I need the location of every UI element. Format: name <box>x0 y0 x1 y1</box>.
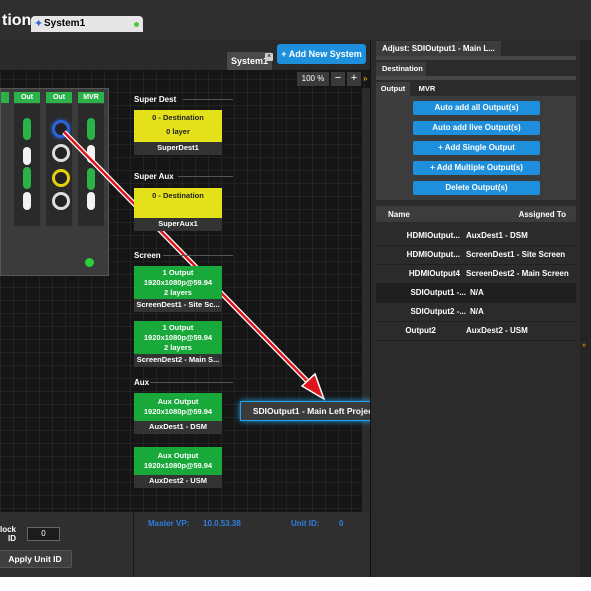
row-name: HDMIOutput4 <box>408 269 460 278</box>
auxdest2-node[interactable]: Aux Output 1920x1080p@59.94 AuxDest2 - U… <box>134 447 222 488</box>
lock-label-line: lock <box>0 525 17 534</box>
table-row[interactable]: HDMIOutput... ScreenDest1 - Site Screen <box>376 245 576 265</box>
add-single-output-button[interactable]: + Add Single Output <box>413 141 540 155</box>
row-name: SDIOutput2 -... <box>410 307 466 316</box>
node-line: 2 layers <box>164 288 192 297</box>
lock-id-input[interactable]: 0 <box>27 527 60 541</box>
node-name: SuperDest1 <box>134 142 222 155</box>
table-row[interactable]: Output2 AuxDest2 - USM <box>376 321 576 341</box>
screendest2-node[interactable]: 1 Output 1920x1080p@59.94 2 layers Scree… <box>134 321 222 367</box>
superdest1-node[interactable]: 0 - Destination 0 layer SuperDest1 <box>134 110 222 155</box>
node-line: 1920x1080p@59.94 <box>143 461 213 470</box>
unit-id-value: 0 <box>339 519 344 528</box>
node-line: 1920x1080p@59.94 <box>143 407 213 416</box>
collapse-strip[interactable]: » <box>580 40 591 577</box>
table-row[interactable]: SDIOutput2 -... N/A <box>376 302 576 322</box>
lock-id-label: lock ID <box>0 525 16 543</box>
auxdest1-node[interactable]: Aux Output 1920x1080p@59.94 AuxDest1 - D… <box>134 393 222 434</box>
node-line: 2 layers <box>164 343 192 352</box>
row-assigned: N/A <box>470 288 484 297</box>
row-assigned: ScreenDest1 - Site Screen <box>466 250 566 259</box>
unit-id-label: Unit ID: <box>291 519 320 528</box>
table-row[interactable]: SDIOutput1 -... N/A <box>376 283 576 303</box>
divider <box>163 255 233 256</box>
node-line: 1920x1080p@59.94 <box>143 278 213 287</box>
node-line: 0 layer <box>166 127 190 136</box>
delete-outputs-button[interactable]: Delete Output(s) <box>413 181 540 195</box>
row-name: SDIOutput1 -... <box>410 288 466 297</box>
row-assigned: AuxDest2 - USM <box>466 326 528 335</box>
add-multiple-outputs-button[interactable]: + Add Multiple Output(s) <box>413 161 540 175</box>
node-name: AuxDest2 - USM <box>134 475 222 488</box>
row-name: HDMIOutput... <box>406 250 460 259</box>
node-line: Aux Output <box>157 397 199 406</box>
node-line: Aux Output <box>157 451 199 460</box>
node-name: AuxDest1 - DSM <box>134 421 222 434</box>
tab-mvr[interactable]: MVR <box>410 82 444 96</box>
divider <box>150 382 233 383</box>
node-name: ScreenDest2 - Main S... <box>134 354 222 367</box>
section-screen: Screen <box>134 251 161 260</box>
screendest1-node[interactable]: 1 Output 1920x1080p@59.94 2 layers Scree… <box>134 266 222 312</box>
auto-add-all-button[interactable]: Auto add all Output(s) <box>413 101 540 115</box>
section-super-dest: Super Dest <box>134 95 177 104</box>
divider <box>178 176 233 177</box>
row-assigned: N/A <box>470 307 484 316</box>
node-line: 0 - Destination <box>152 113 204 122</box>
divider <box>376 76 576 80</box>
lock-label-line: ID <box>8 534 16 543</box>
divider <box>376 56 576 60</box>
table-row[interactable]: HDMIOutput... AuxDest1 - DSM <box>376 226 576 246</box>
superaux1-node[interactable]: 0 - Destination SuperAux1 <box>134 188 222 231</box>
expand-icon[interactable]: » <box>582 342 586 349</box>
master-vp-value: 10.0.53.38 <box>203 519 241 528</box>
divider <box>183 99 233 100</box>
node-line: 1920x1080p@59.94 <box>143 333 213 342</box>
auto-add-live-button[interactable]: Auto add live Output(s) <box>413 121 540 135</box>
node-name: ScreenDest1 - Site Sc... <box>134 299 222 312</box>
column-assigned-to: Assigned To <box>518 210 566 219</box>
row-name: HDMIOutput... <box>406 231 460 240</box>
row-assigned: AuxDest1 - DSM <box>466 231 528 240</box>
tab-adjust[interactable]: Adjust: SDIOutput1 - Main L... <box>376 41 501 56</box>
row-assigned: ScreenDest2 - Main Screen <box>466 269 569 278</box>
node-name: SuperAux1 <box>134 218 222 231</box>
row-name: Output2 <box>405 326 436 335</box>
outputs-table-header: Name Assigned To <box>376 206 576 222</box>
tab-output[interactable]: Output <box>376 82 410 96</box>
table-row[interactable]: HDMIOutput4 ScreenDest2 - Main Screen <box>376 264 576 284</box>
column-name: Name <box>388 210 410 219</box>
apply-unit-id-button[interactable]: Apply Unit ID <box>0 550 72 568</box>
tab-destination[interactable]: Destination <box>376 62 426 76</box>
node-line: 1 Output <box>162 323 194 332</box>
section-super-aux: Super Aux <box>134 172 174 181</box>
app-window: tion ✦ System1 System1 × + Add New Syste… <box>0 0 591 577</box>
section-aux: Aux <box>134 378 150 387</box>
node-line: 1 Output <box>162 268 194 277</box>
node-line: 0 - Destination <box>152 191 204 200</box>
master-vp-label: Master VP: <box>148 519 190 528</box>
